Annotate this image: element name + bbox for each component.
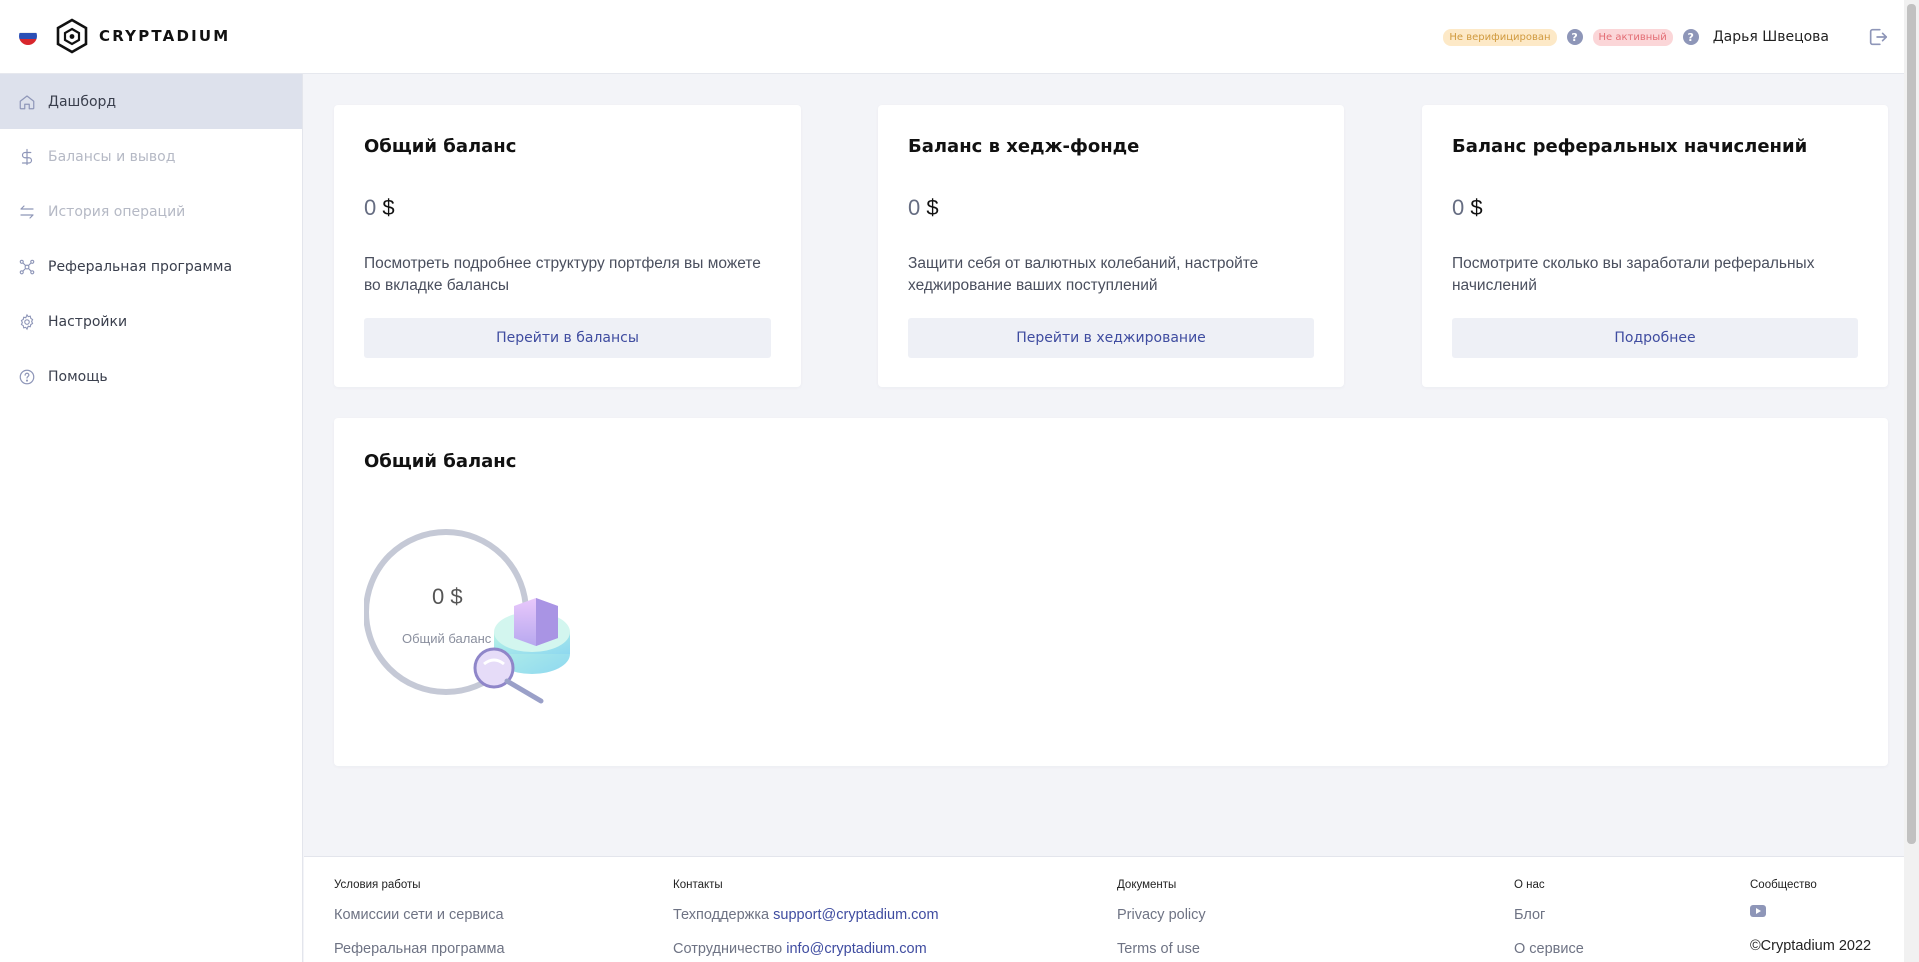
sidebar-item-label: Дашборд xyxy=(48,93,117,110)
cryptadium-logo-icon xyxy=(56,18,88,54)
verification-help-icon[interactable]: ? xyxy=(1566,29,1583,45)
contact-label: Сотрудничество xyxy=(673,941,783,957)
amount-currency: $ xyxy=(382,195,395,220)
sidebar-item-label: История операций xyxy=(48,203,186,220)
balance-donut-chart: 0 $ Общий баланс xyxy=(363,528,584,708)
go-to-balances-button[interactable]: Перейти в балансы xyxy=(364,318,771,358)
home-icon xyxy=(19,94,35,109)
sidebar-item-label: Реферальная программа xyxy=(48,258,233,275)
info-email-link[interactable]: info@cryptadium.com xyxy=(786,941,926,957)
contact-label: Техподдержка xyxy=(673,907,770,923)
amount-currency: $ xyxy=(1470,195,1483,220)
referral-balance-card: Баланс реферальных начислений 0 $ Посмот… xyxy=(1422,105,1888,387)
gear-icon xyxy=(20,313,34,330)
footer-link-referral[interactable]: Реферальная программа xyxy=(334,939,505,959)
sidebar-item-history[interactable]: История операций xyxy=(0,184,302,239)
footer-contact-support: Техподдержка support@cryptadium.com xyxy=(673,905,939,925)
footer-link-fees[interactable]: Комиссии сети и сервиса xyxy=(334,905,505,925)
card-amount: 0 $ xyxy=(364,195,395,221)
sidebar-item-referral[interactable]: Реферальная программа xyxy=(0,239,302,294)
overview-balance-card: Общий баланс 0 $ Общий баланс xyxy=(334,418,1888,766)
brand-name: CRYPTADIUM xyxy=(99,27,231,45)
referral-network-icon xyxy=(19,259,35,274)
card-title: Баланс в хедж-фонде xyxy=(908,136,1140,157)
footer-heading: Условия работы xyxy=(334,879,421,891)
footer-column-contacts: Контакты Техподдержка support@cryptadium… xyxy=(673,879,939,962)
donut-illustration xyxy=(363,529,570,704)
exchange-arrows-icon xyxy=(20,204,34,219)
support-email-link[interactable]: support@cryptadium.com xyxy=(773,907,938,923)
vertical-scrollbar[interactable] xyxy=(1904,0,1919,962)
sidebar-item-settings[interactable]: Настройки xyxy=(0,294,302,349)
amount-currency: $ xyxy=(926,195,939,220)
footer-column-about: О нас Блог О сервисе xyxy=(1514,879,1584,962)
verification-status-badge: Не верифицирован xyxy=(1443,28,1557,46)
card-description: Посмотрите сколько вы заработали реферал… xyxy=(1452,255,1815,294)
sidebar-item-balances[interactable]: Балансы и вывод xyxy=(0,129,302,184)
footer-heading: Сообщество xyxy=(1750,879,1817,891)
amount-value: 0 xyxy=(908,195,921,220)
footer-heading: О нас xyxy=(1514,879,1545,891)
scrollbar-thumb[interactable] xyxy=(1907,4,1916,844)
overview-label: Общий баланс xyxy=(402,631,492,646)
amount-value: 0 xyxy=(364,195,377,220)
card-title: Общий баланс xyxy=(364,136,517,157)
footer-link-terms[interactable]: Terms of use xyxy=(1117,939,1206,959)
youtube-icon[interactable] xyxy=(1750,905,1766,917)
hedge-fund-balance-card: Баланс в хедж-фонде 0 $ Защити себя от в… xyxy=(878,105,1344,387)
footer-contact-partnership: Сотрудничество info@cryptadium.com xyxy=(673,939,939,959)
logout-icon[interactable] xyxy=(1867,26,1889,48)
sidebar-item-label: Балансы и вывод xyxy=(48,148,176,165)
sidebar-item-dashboard[interactable]: Дашборд xyxy=(0,74,302,129)
card-amount: 0 $ xyxy=(1452,195,1483,221)
dollar-icon xyxy=(21,148,33,165)
card-amount: 0 $ xyxy=(908,195,939,221)
user-name[interactable]: Дарья Швецова xyxy=(1713,29,1829,45)
total-balance-card: Общий баланс 0 $ Посмотреть подробнее ст… xyxy=(334,105,801,387)
overview-amount: 0 $ xyxy=(432,584,463,609)
sidebar-nav: Дашборд Балансы и вывод История операций… xyxy=(0,74,303,962)
footer-column-terms: Условия работы Комиссии сети и сервиса Р… xyxy=(334,879,505,962)
card-description: Посмотреть подробнее структуру портфеля … xyxy=(364,255,761,294)
copyright-text: ©Cryptadium 2022 xyxy=(1750,938,1872,954)
footer-link-blog[interactable]: Блог xyxy=(1514,905,1584,925)
page-footer: Условия работы Комиссии сети и сервиса Р… xyxy=(304,856,1904,962)
top-header: CRYPTADIUM Не верифицирован ? Не активны… xyxy=(0,0,1904,74)
sidebar-item-label: Настройки xyxy=(48,313,128,330)
footer-link-about-service[interactable]: О сервисе xyxy=(1514,939,1584,959)
russian-flag-icon[interactable] xyxy=(19,27,37,45)
footer-column-documents: Документы Privacy policy Terms of use xyxy=(1117,879,1206,962)
footer-link-privacy[interactable]: Privacy policy xyxy=(1117,905,1206,925)
footer-heading: Контакты xyxy=(673,879,723,891)
overview-title: Общий баланс xyxy=(364,451,517,472)
help-circle-icon xyxy=(19,369,35,384)
amount-value: 0 xyxy=(1452,195,1465,220)
referral-details-button[interactable]: Подробнее xyxy=(1452,318,1858,358)
header-user-area: Не верифицирован ? Не активный ? Дарья Ш… xyxy=(1443,24,1904,50)
card-title: Баланс реферальных начислений xyxy=(1452,136,1808,157)
go-to-hedging-button[interactable]: Перейти в хеджирование xyxy=(908,318,1314,358)
sidebar-item-label: Помощь xyxy=(48,368,108,385)
footer-column-community: Сообщество ©Cryptadium 2022 xyxy=(1750,879,1871,954)
card-description: Защити себя от валютных колебаний, настр… xyxy=(908,255,1259,294)
activity-status-badge: Не активный xyxy=(1592,28,1673,46)
brand-logo[interactable]: CRYPTADIUM xyxy=(55,18,230,54)
sidebar-item-help[interactable]: Помощь xyxy=(0,349,302,404)
footer-heading: Документы xyxy=(1117,879,1177,891)
activity-help-icon[interactable]: ? xyxy=(1682,29,1699,45)
main-content: Общий баланс 0 $ Посмотреть подробнее ст… xyxy=(304,75,1904,962)
